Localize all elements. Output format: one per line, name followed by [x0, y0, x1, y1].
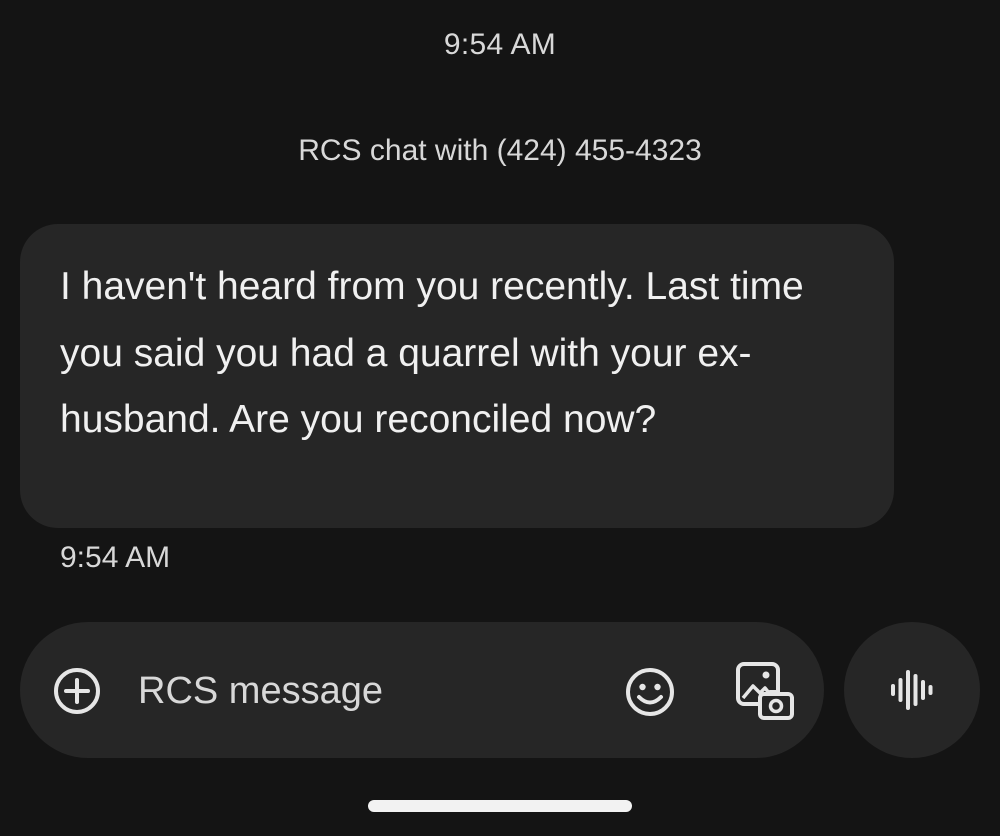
add-circle-icon[interactable]: [52, 666, 102, 716]
message-input[interactable]: [136, 660, 580, 722]
emoji-icon[interactable]: [624, 666, 676, 718]
message-timestamp: 9:54 AM: [60, 541, 171, 574]
incoming-message-bubble[interactable]: I haven't heard from you recently. Last …: [20, 224, 894, 528]
voice-waveform-icon: [891, 670, 933, 710]
message-text: I haven't heard from you recently. Last …: [60, 265, 804, 441]
home-gesture-bar[interactable]: [368, 800, 632, 812]
chat-type-label: RCS chat with (424) 455-4323: [298, 134, 702, 167]
conversation-start-time: 9:54 AM: [443, 28, 557, 61]
message-composer: [20, 622, 824, 758]
gallery-camera-icon[interactable]: [734, 660, 796, 722]
voice-message-button[interactable]: [844, 622, 980, 758]
chat-screen: 9:54 AM RCS chat with (424) 455-4323 I h…: [0, 0, 1000, 836]
